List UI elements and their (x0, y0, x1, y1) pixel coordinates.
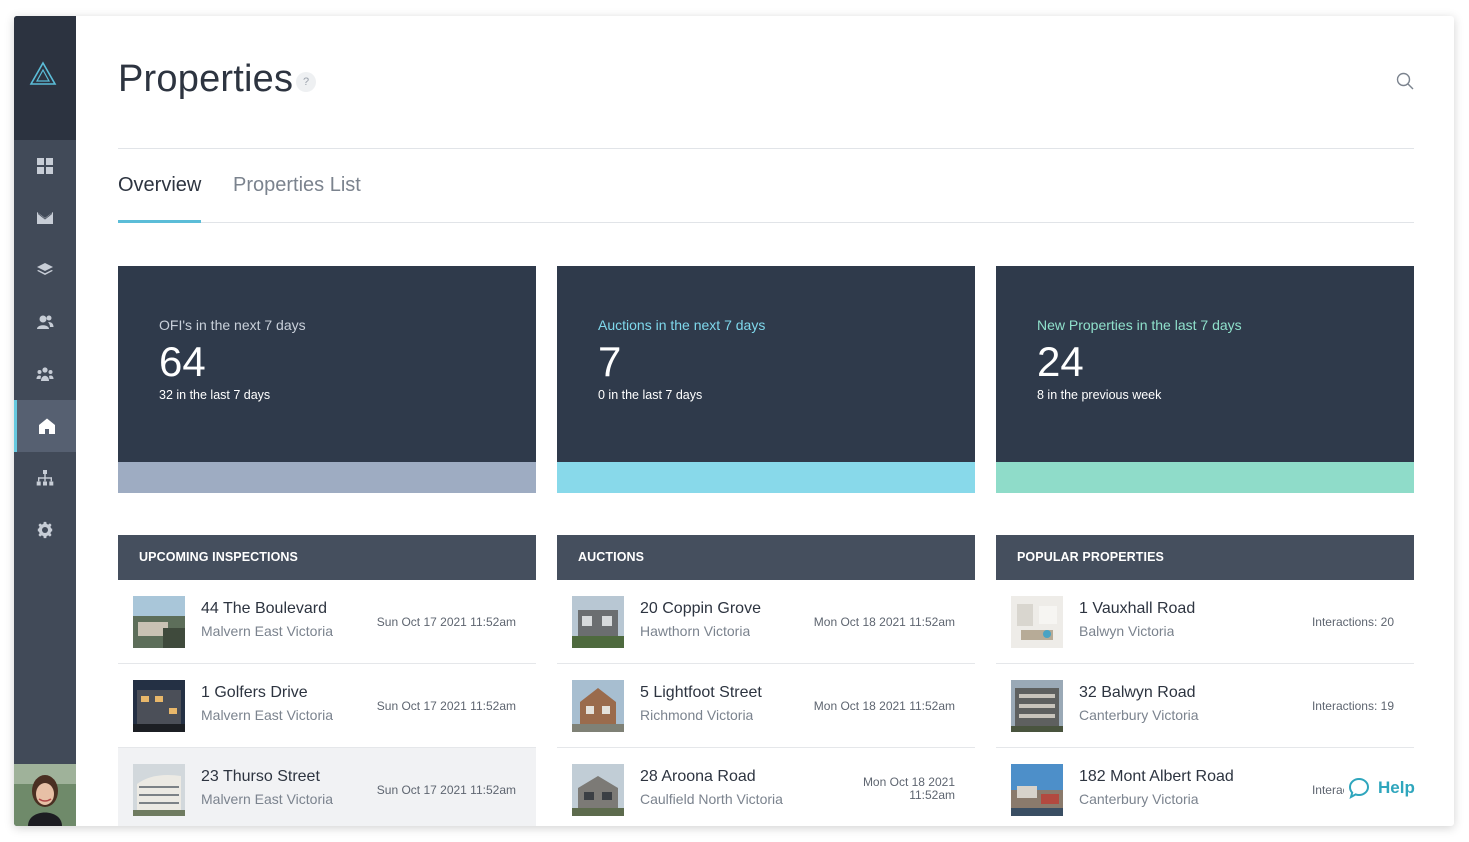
property-suburb: Balwyn Victoria (1079, 623, 1175, 639)
property-thumbnail (1011, 596, 1063, 648)
help-label: Help (1378, 778, 1415, 797)
property-thumbnail (572, 596, 624, 648)
stat-value: 24 (1037, 338, 1084, 385)
stat-value: 7 (598, 338, 622, 385)
stat-accent-bar (118, 462, 536, 493)
search-icon[interactable] (1396, 72, 1414, 90)
sidebar-item-contacts[interactable] (14, 296, 76, 348)
auction-time: Mon Oct 18 2021 11:52am (813, 699, 955, 713)
property-address: 5 Lightfoot Street (640, 684, 762, 701)
sidebar-item-settings[interactable] (14, 504, 76, 556)
contacts-icon (37, 315, 54, 329)
list-item[interactable]: 23 Thurso Street Malvern East Victoria S… (118, 748, 536, 826)
hierarchy-icon (36, 470, 54, 486)
stat-sub: 8 in the previous week (1037, 388, 1162, 402)
sidebar-header (14, 16, 76, 140)
logo-icon[interactable] (29, 60, 57, 88)
main-content: Properties ? Overview Properties List OF… (76, 16, 1454, 826)
page-help-badge[interactable]: ? (296, 72, 316, 92)
help-button[interactable]: Help (1344, 774, 1419, 802)
mail-icon (37, 212, 53, 224)
stat-card-auctions[interactable]: Auctions in the next 7 days 7 0 in the l… (557, 266, 975, 493)
stat-label: Auctions in the next 7 days (598, 317, 766, 333)
sidebar (14, 16, 76, 826)
sidebar-item-team[interactable] (14, 348, 76, 400)
list-item[interactable]: 32 Balwyn Road Canterbury Victoria Inter… (996, 664, 1414, 748)
stat-accent-bar (996, 462, 1414, 493)
sidebar-item-dashboard[interactable] (14, 140, 76, 192)
tab-overview[interactable]: Overview (118, 174, 201, 197)
property-suburb: Malvern East Victoria (201, 623, 334, 639)
property-suburb: Malvern East Victoria (201, 707, 334, 723)
list-item[interactable]: 20 Coppin Grove Hawthorn Victoria Mon Oc… (557, 580, 975, 664)
sidebar-item-properties[interactable] (14, 400, 76, 452)
property-suburb: Canterbury Victoria (1079, 707, 1199, 723)
sidebar-item-layers[interactable] (14, 244, 76, 296)
auction-time: Mon Oct 18 2021 11:52am (863, 776, 955, 802)
property-thumbnail (133, 596, 185, 648)
property-thumbnail (572, 764, 624, 816)
property-address: 1 Vauxhall Road (1079, 600, 1196, 617)
property-suburb: Hawthorn Victoria (640, 623, 751, 639)
list-item[interactable]: 44 The Boulevard Malvern East Victoria S… (118, 580, 536, 664)
user-avatar[interactable] (14, 764, 76, 826)
interactions-count: Interactions: 20 (1311, 615, 1394, 629)
list-item[interactable]: 28 Aroona Road Caulfield North Victoria … (557, 748, 975, 826)
list-item[interactable]: 1 Vauxhall Road Balwyn Victoria Interact… (996, 580, 1414, 664)
property-address: 20 Coppin Grove (640, 600, 761, 617)
property-address: 32 Balwyn Road (1079, 684, 1196, 701)
dashboard-icon (37, 158, 53, 174)
property-address: 28 Aroona Road (640, 768, 756, 785)
inspection-time: Sun Oct 17 2021 11:52am (376, 615, 516, 629)
property-suburb: Caulfield North Victoria (640, 791, 783, 807)
auction-time: Mon Oct 18 2021 11:52am (813, 615, 955, 629)
tab-properties-list[interactable]: Properties List (233, 174, 361, 197)
property-address: 182 Mont Albert Road (1079, 768, 1234, 785)
inspection-time: Sun Oct 17 2021 11:52am (376, 699, 516, 713)
property-suburb: Richmond Victoria (640, 707, 754, 723)
stat-card-ofis[interactable]: OFI's in the next 7 days 64 32 in the la… (118, 266, 536, 493)
stat-label: New Properties in the last 7 days (1037, 317, 1242, 333)
property-suburb: Malvern East Victoria (201, 791, 334, 807)
stat-sub: 0 in the last 7 days (598, 388, 703, 402)
team-icon (36, 367, 54, 381)
settings-icon (37, 521, 53, 539)
app-window: Properties ? Overview Properties List OF… (14, 16, 1454, 826)
property-address: 44 The Boulevard (201, 600, 328, 617)
auction-clock: 11:52am (909, 788, 955, 802)
property-address: 23 Thurso Street (201, 768, 320, 785)
stat-accent-bar (557, 462, 975, 493)
stat-sub: 32 in the last 7 days (159, 388, 271, 402)
property-address: 1 Golfers Drive (201, 684, 308, 701)
sidebar-item-mail[interactable] (14, 192, 76, 244)
interactions-count: Interactions: 19 (1311, 699, 1394, 713)
active-tab-indicator (118, 220, 201, 223)
stat-label: OFI's in the next 7 days (159, 317, 306, 333)
property-thumbnail (133, 764, 185, 816)
panel-header-auctions: AUCTIONS (557, 535, 975, 580)
sidebar-item-hierarchy[interactable] (14, 452, 76, 504)
property-thumbnail (1011, 764, 1063, 816)
property-thumbnail (133, 680, 185, 732)
panel-header-popular: POPULAR PROPERTIES (996, 535, 1414, 580)
property-suburb: Canterbury Victoria (1079, 791, 1199, 807)
layers-icon (37, 263, 53, 275)
property-thumbnail (572, 680, 624, 732)
list-item[interactable]: 1 Golfers Drive Malvern East Victoria Su… (118, 664, 536, 748)
inspection-time: Sun Oct 17 2021 11:52am (376, 783, 516, 797)
page-title: Properties (118, 58, 294, 100)
header-divider (118, 148, 1414, 149)
property-thumbnail (1011, 680, 1063, 732)
home-icon (38, 418, 55, 434)
panel-header-inspections: UPCOMING INSPECTIONS (118, 535, 536, 580)
chat-bubble-icon (1348, 777, 1370, 799)
stat-value: 64 (159, 338, 206, 385)
stat-card-new-properties[interactable]: New Properties in the last 7 days 24 8 i… (996, 266, 1414, 493)
tabs-divider (118, 222, 1414, 223)
list-item[interactable]: 5 Lightfoot Street Richmond Victoria Mon… (557, 664, 975, 748)
